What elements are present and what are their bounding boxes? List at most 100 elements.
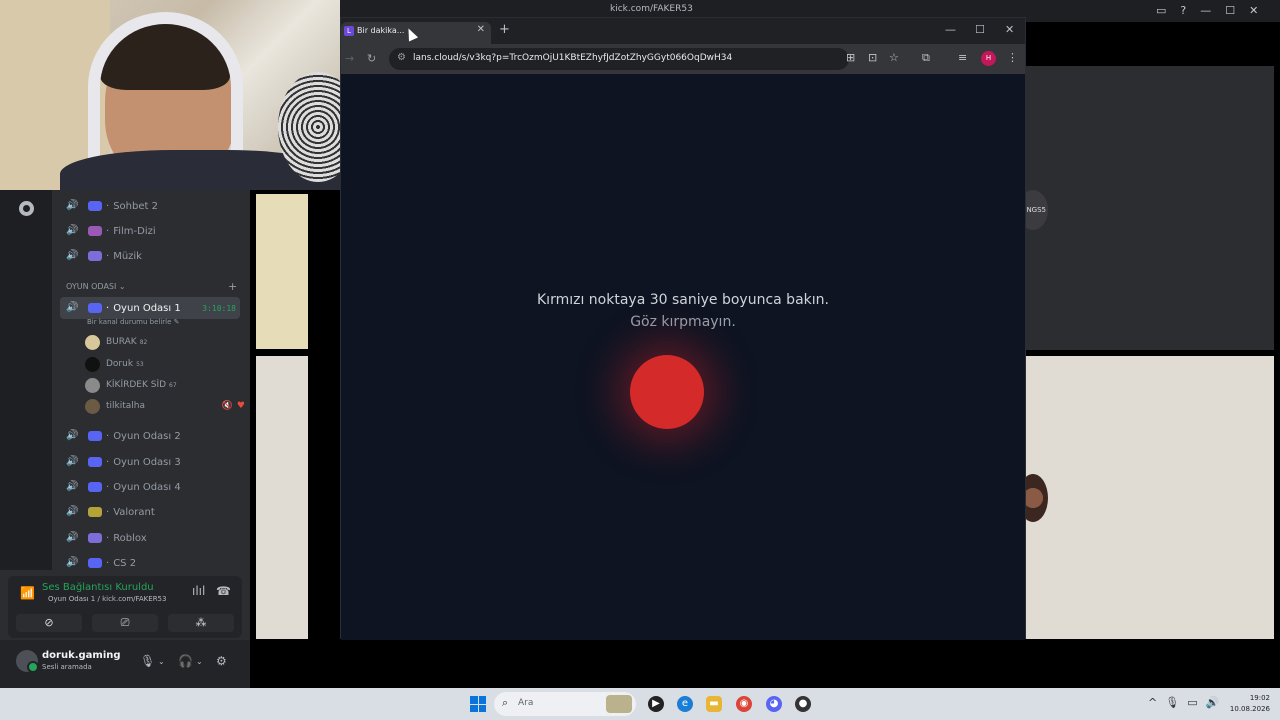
headphones-icon[interactable]: 🎧: [178, 654, 193, 668]
voice-status[interactable]: Ses Bağlantısı Kuruldu: [42, 582, 154, 593]
channel-label: Film-Dizi: [113, 225, 156, 237]
menu-icon[interactable]: ⋮: [1007, 51, 1018, 64]
gun-icon: [88, 507, 102, 517]
avatar: [85, 334, 100, 350]
page-content: Kırmızı noktaya 30 saniye boyunca bakın.…: [341, 74, 1025, 640]
favicon-icon: L: [344, 26, 354, 36]
site-info-icon[interactable]: ⚙: [397, 52, 406, 63]
close-tab-icon[interactable]: ✕: [477, 24, 485, 35]
channel-roblox[interactable]: 🔊 · Roblox: [60, 527, 240, 549]
media-icon[interactable]: ≡: [958, 51, 967, 64]
inbox-icon[interactable]: ▭: [1156, 4, 1166, 17]
channel-muzik[interactable]: 🔊 · Müzik: [60, 245, 240, 267]
avatar: [85, 356, 100, 372]
app-icon[interactable]: ●: [795, 696, 811, 712]
speaker-icon: 🔊: [66, 250, 79, 261]
speaker-icon: 🔊: [66, 456, 79, 467]
window-controls: ▭ ? — ☐ ✕: [1156, 4, 1258, 17]
browser-window: L Bir dakika... ✕ + — ☐ ✕ → ↻ ⚙ lans.clo…: [340, 17, 1026, 640]
stream-tile[interactable]: NGS5: [1018, 66, 1274, 350]
chevron-up-icon[interactable]: ^: [1148, 696, 1157, 709]
minimize-button[interactable]: —: [945, 23, 956, 36]
search-highlight-image: [606, 695, 632, 713]
gamepad-icon: [88, 482, 102, 492]
badge-icon: ♥: [236, 401, 245, 411]
volume-icon[interactable]: 🔊: [1206, 696, 1220, 709]
channel-oyun-odasi-2[interactable]: 🔊 · Oyun Odası 2: [60, 425, 240, 447]
media-player-icon[interactable]: ▶: [648, 696, 664, 712]
voice-member[interactable]: KİKİRDEK SİD 67: [85, 376, 245, 394]
channel-valorant[interactable]: 🔊 · Valorant: [60, 501, 240, 523]
explore-icon[interactable]: [19, 201, 34, 216]
discord-icon[interactable]: ◕: [766, 696, 782, 712]
network-icon[interactable]: ▭: [1187, 696, 1197, 709]
microphone-icon[interactable]: 🎙: [140, 654, 155, 668]
translate-icon[interactable]: ⊞: [846, 51, 855, 64]
voice-member[interactable]: BURAK 82: [85, 333, 245, 351]
voice-connection-panel: 📶 Ses Bağlantısı Kuruldu Oyun Odası 1 / …: [8, 576, 242, 638]
minimize-button[interactable]: —: [1200, 4, 1211, 17]
maximize-button[interactable]: ☐: [1225, 4, 1235, 17]
help-icon[interactable]: ?: [1180, 4, 1186, 17]
background-window-area: [1026, 22, 1280, 66]
gear-icon[interactable]: ⚙: [216, 654, 227, 668]
forward-icon[interactable]: →: [345, 52, 354, 65]
avatar[interactable]: [16, 650, 39, 673]
avatar: [85, 377, 100, 393]
mute-icon: 🔇: [221, 401, 233, 411]
screen-share-button[interactable]: ⎚: [92, 614, 158, 632]
taskbar-search[interactable]: ⌕ Ara: [494, 692, 636, 716]
navigation-bar: → ↻ ⚙ lans.cloud/s/v3kq?p=TrcOzmOjU1KBtE…: [341, 44, 1025, 74]
install-icon[interactable]: ⊡: [868, 51, 877, 64]
channel-sohbet-2[interactable]: 🔊 · Sohbet 2: [60, 195, 240, 217]
category-oyun-odasi[interactable]: OYUN ODASI ⌄: [66, 282, 126, 291]
gamepad-icon: [88, 558, 102, 568]
bookmark-star-icon[interactable]: ☆: [889, 51, 899, 64]
username[interactable]: doruk.gaming: [42, 650, 121, 661]
voice-member[interactable]: Doruk 53: [85, 355, 245, 373]
chevron-down-icon[interactable]: ⌄: [158, 657, 165, 666]
speaker-icon: 🔊: [66, 200, 79, 211]
channel-oyun-odasi-1[interactable]: 🔊 · Oyun Odası 1 3:10:18: [60, 297, 240, 319]
speaker-icon: 🔊: [66, 557, 79, 568]
stream-tile[interactable]: [256, 194, 308, 349]
close-button[interactable]: ✕: [1249, 4, 1258, 17]
voice-member[interactable]: tilkitalha 🔇 ♥: [85, 397, 245, 415]
microphone-icon[interactable]: 🎙: [1165, 696, 1179, 709]
signal-icon: 📶: [20, 586, 35, 600]
channel-cs-2[interactable]: 🔊 · CS 2: [60, 552, 240, 574]
camera-off-button[interactable]: ⊘: [16, 614, 82, 632]
taskbar: ⌕ Ara ▶ e ▬ ◉ ◕ ● ^ 🎙 ▭ 🔊 19:02 10.08.20…: [0, 688, 1280, 720]
chevron-down-icon[interactable]: ⌄: [196, 657, 203, 666]
disconnect-icon[interactable]: ☎: [216, 584, 231, 598]
channel-status[interactable]: Bir kanal durumu belirle ✎: [87, 318, 180, 326]
search-icon: ⌕: [502, 696, 509, 709]
channel-oyun-odasi-3[interactable]: 🔊 · Oyun Odası 3: [60, 451, 240, 473]
add-channel-button[interactable]: +: [228, 280, 237, 293]
edge-icon[interactable]: e: [677, 696, 693, 712]
extensions-icon[interactable]: ⧉: [922, 51, 930, 65]
voice-timer: 3:10:18: [202, 303, 236, 313]
activities-button[interactable]: ⁂: [168, 614, 234, 632]
file-explorer-icon[interactable]: ▬: [706, 696, 722, 712]
channel-film-dizi[interactable]: 🔊 · Film-Dizi: [60, 220, 240, 242]
clock[interactable]: 19:02 10.08.2026: [1228, 693, 1270, 715]
channel-oyun-odasi-4[interactable]: 🔊 · Oyun Odası 4: [60, 476, 240, 498]
user-status: Sesli aramada: [42, 663, 92, 671]
tab-bar: L Bir dakika... ✕ + — ☐ ✕: [341, 18, 1025, 44]
new-tab-button[interactable]: +: [499, 22, 510, 37]
noise-suppression-icon[interactable]: ılıl: [192, 584, 205, 598]
url-text[interactable]: lans.cloud/s/v3kq?p=TrcOzmOjU1KBtEZhyfJd…: [413, 53, 732, 63]
profile-avatar[interactable]: H: [981, 51, 996, 66]
reload-icon[interactable]: ↻: [367, 52, 376, 65]
address-bar[interactable]: ⚙ lans.cloud/s/v3kq?p=TrcOzmOjU1KBtEZhyf…: [389, 48, 849, 70]
stream-tile[interactable]: [1018, 356, 1274, 639]
clock-time: 19:02: [1249, 694, 1270, 702]
chrome-icon[interactable]: ◉: [736, 696, 752, 712]
voice-location[interactable]: Oyun Odası 1 / kick.com/FAKER53: [48, 595, 166, 603]
webcam-feed: [0, 0, 340, 190]
maximize-button[interactable]: ☐: [975, 23, 985, 36]
windows-start-icon[interactable]: [470, 696, 486, 712]
close-button[interactable]: ✕: [1005, 23, 1014, 36]
stream-tile[interactable]: [256, 356, 308, 639]
